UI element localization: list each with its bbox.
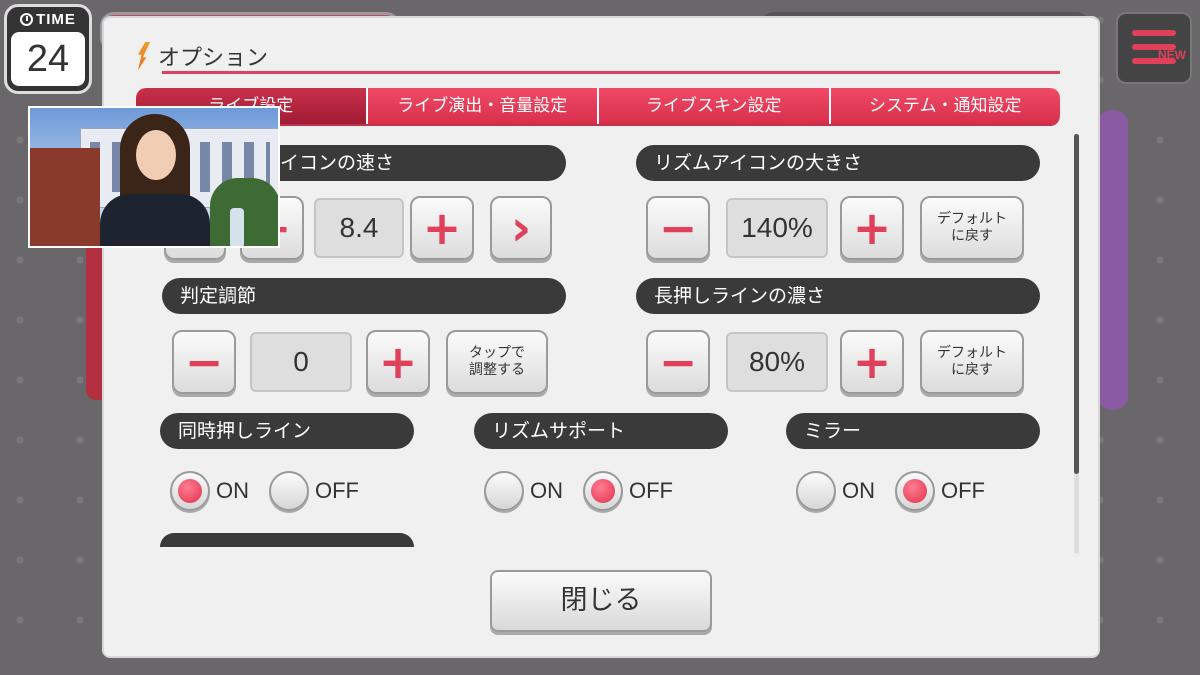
icon-size-label: リズムアイコンの大きさ — [636, 145, 1040, 181]
timer-value: 24 — [11, 32, 85, 86]
simultaneous-line-label: 同時押しライン — [160, 413, 414, 449]
icon-size-value: 140% — [726, 198, 828, 258]
title-underline — [162, 71, 1060, 74]
tap-adjust-button[interactable]: タップで 調整する — [446, 330, 548, 394]
timer-label: TIME — [36, 11, 76, 28]
rhythm-support-off-radio[interactable] — [583, 471, 623, 511]
icon-speed-value: 8.4 — [314, 198, 404, 258]
simultaneous-line-toggle: ON OFF — [170, 471, 379, 511]
background-panel — [1098, 110, 1128, 410]
timing-minus-button[interactable]: − — [172, 330, 236, 394]
mirror-off-radio[interactable] — [895, 471, 935, 511]
webcam-person — [100, 114, 210, 246]
new-badge: NEW — [1158, 48, 1186, 62]
webcam-bottle — [230, 208, 244, 246]
timer-header: TIME — [7, 11, 89, 28]
hold-line-density-label: 長押しラインの濃さ — [636, 278, 1040, 314]
timing-adjust-label: 判定調節 — [162, 278, 566, 314]
timing-plus-button[interactable]: + — [366, 330, 430, 394]
webcam-trees — [210, 178, 278, 246]
tab-live-skin[interactable]: ライブスキン設定 — [599, 88, 831, 124]
close-button[interactable]: 閉じる — [490, 570, 712, 632]
hold-line-plus-button[interactable]: + — [840, 330, 904, 394]
tab-live-effects-volume[interactable]: ライブ演出・音量設定 — [367, 88, 599, 124]
next-setting-label-partial — [160, 533, 414, 547]
simultaneous-line-off-radio[interactable] — [269, 471, 309, 511]
simultaneous-line-on-radio[interactable] — [170, 471, 210, 511]
mirror-label: ミラー — [786, 413, 1040, 449]
rhythm-support-on-radio[interactable] — [484, 471, 524, 511]
hold-line-default-button[interactable]: デフォルト に戻す — [920, 330, 1024, 394]
dialog-header: オプション — [138, 40, 268, 72]
webcam-overlay — [28, 106, 280, 248]
mirror-on-radio[interactable] — [796, 471, 836, 511]
timer: TIME 24 — [4, 4, 92, 94]
menu-icon — [1132, 30, 1176, 36]
webcam-gate — [30, 148, 100, 246]
hold-line-value: 80% — [726, 332, 828, 392]
icon-speed-next-button[interactable]: › — [490, 196, 552, 260]
mirror-toggle: ON OFF — [796, 471, 1005, 511]
dialog-title: オプション — [158, 46, 269, 71]
chevron-right-icon: › — [510, 199, 532, 257]
timing-value: 0 — [250, 332, 352, 392]
scroll-thumb[interactable] — [1074, 134, 1079, 474]
icon-size-default-button[interactable]: デフォルト に戻す — [920, 196, 1024, 260]
lightning-icon — [138, 42, 150, 70]
icon-size-plus-button[interactable]: + — [840, 196, 904, 260]
icon-speed-plus-button[interactable]: + — [410, 196, 474, 260]
tab-system-notification[interactable]: システム・通知設定 — [830, 88, 1060, 124]
icon-size-minus-button[interactable]: − — [646, 196, 710, 260]
rhythm-support-label: リズムサポート — [474, 413, 728, 449]
hold-line-minus-button[interactable]: − — [646, 330, 710, 394]
scrollbar[interactable] — [1074, 134, 1079, 554]
clock-icon — [20, 13, 34, 26]
rhythm-support-toggle: ON OFF — [484, 471, 693, 511]
menu-button[interactable]: NEW — [1116, 12, 1192, 84]
